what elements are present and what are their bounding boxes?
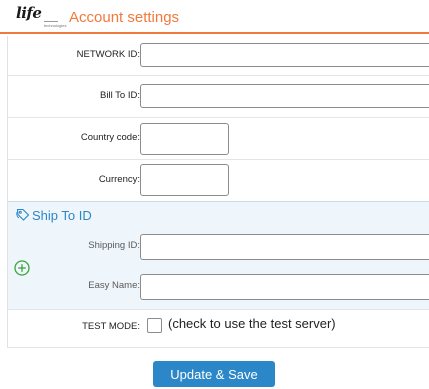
plus-circle-icon[interactable] bbox=[14, 260, 30, 276]
bill-to-id-row: Bill To ID: bbox=[8, 76, 429, 118]
currency-label: Currency: bbox=[98, 174, 140, 185]
easy-name-input[interactable] bbox=[140, 274, 429, 300]
network-id-label: NETWORK ID: bbox=[76, 49, 140, 60]
network-id-input[interactable] bbox=[140, 43, 429, 67]
country-code-label: Country code: bbox=[80, 132, 140, 143]
ship-to-title: Ship To ID bbox=[32, 208, 92, 223]
currency-row: Currency: bbox=[8, 160, 429, 201]
ship-to-heading: Ship To ID bbox=[16, 208, 92, 223]
brand-logo: life technologies bbox=[16, 4, 66, 30]
update-save-button[interactable]: Update & Save bbox=[153, 361, 275, 387]
test-mode-note: (check to use the test server) bbox=[168, 316, 336, 331]
country-code-input[interactable] bbox=[140, 123, 229, 155]
shipping-id-input[interactable] bbox=[140, 234, 429, 260]
test-mode-checkbox[interactable] bbox=[147, 318, 162, 333]
tag-icon bbox=[16, 208, 30, 221]
country-code-row: Country code: bbox=[8, 118, 429, 160]
bill-to-id-input[interactable] bbox=[140, 84, 429, 108]
shipping-id-label: Shipping ID: bbox=[88, 240, 140, 251]
currency-input[interactable] bbox=[140, 164, 229, 196]
page-title: Account settings bbox=[69, 9, 180, 26]
easy-name-label: Easy Name: bbox=[88, 280, 140, 291]
ship-to-section: Ship To ID Shipping ID: Easy Name: bbox=[8, 201, 429, 310]
bill-to-id-label: Bill To ID: bbox=[100, 90, 140, 101]
page-header: life technologies Account settings bbox=[0, 0, 429, 34]
account-settings-form: NETWORK ID: Bill To ID: Country code: Cu… bbox=[7, 36, 429, 348]
network-id-row: NETWORK ID: bbox=[8, 36, 429, 76]
logo-subtext: technologies bbox=[44, 23, 67, 28]
logo-underline bbox=[44, 21, 58, 22]
logo-wordmark: life bbox=[16, 4, 42, 22]
test-mode-label: TEST MODE: bbox=[82, 321, 140, 332]
